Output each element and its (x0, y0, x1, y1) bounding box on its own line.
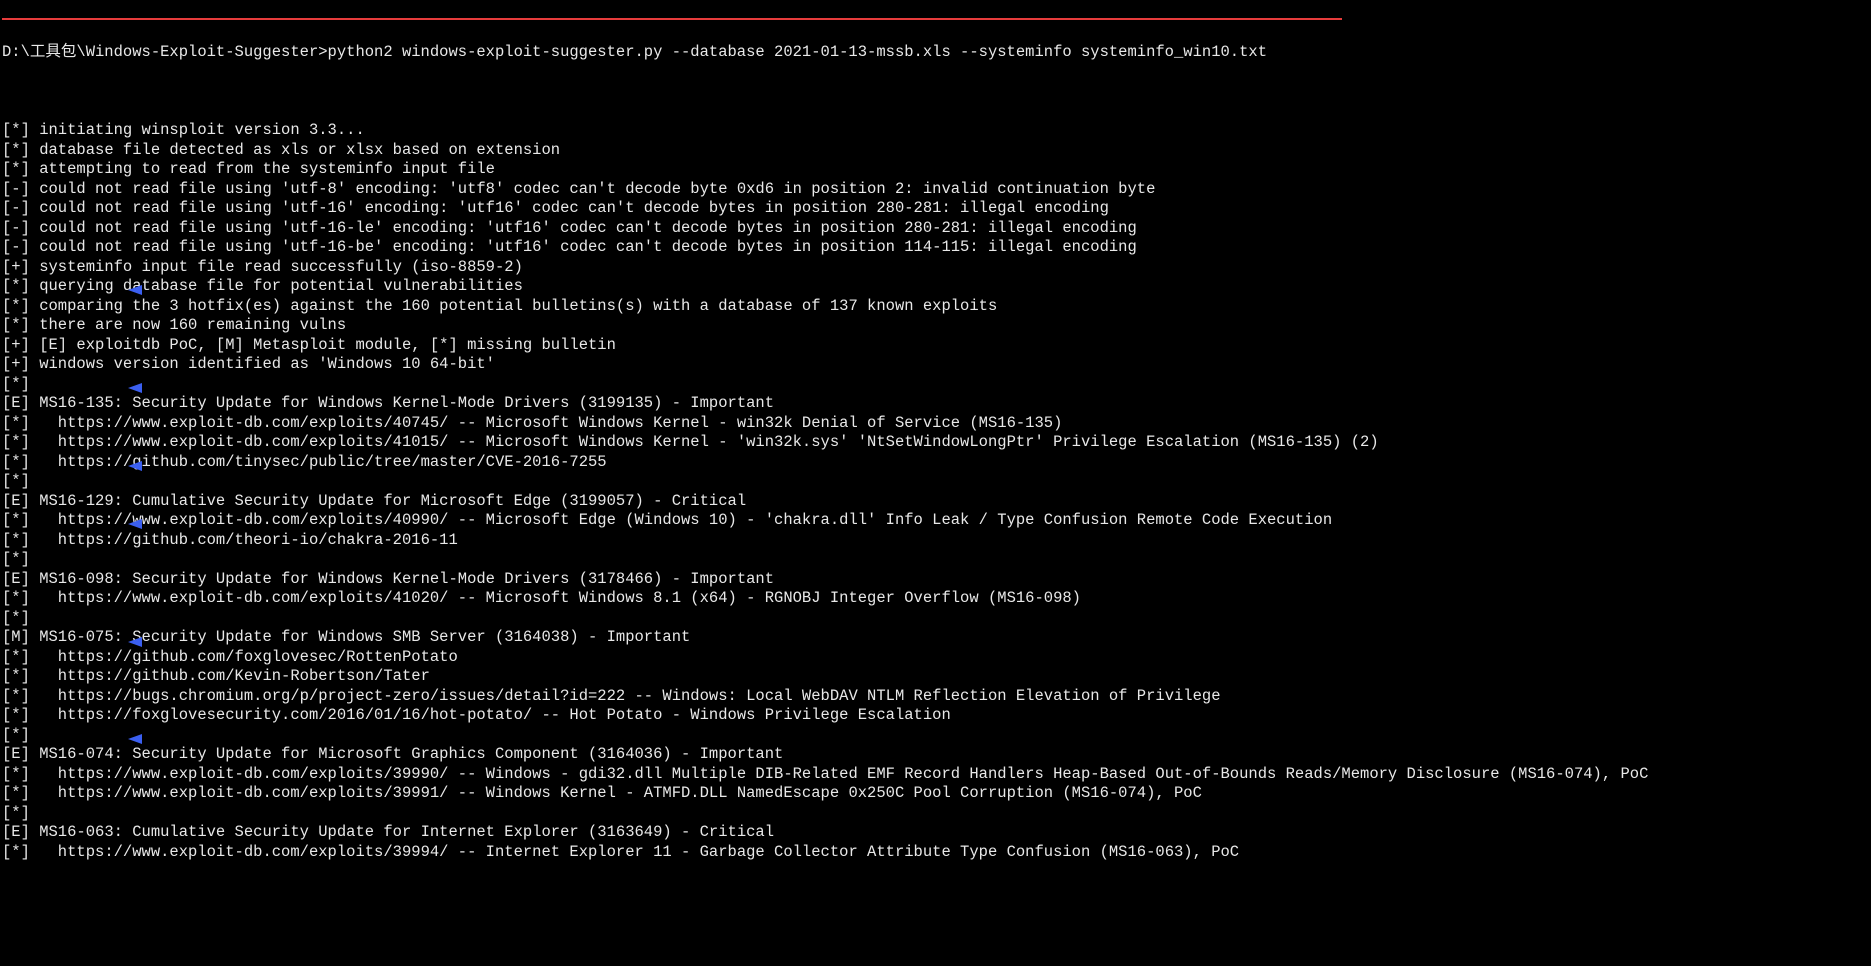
output-line: [*] https://foxglovesecurity.com/2016/01… (2, 706, 1871, 726)
output-line: [E] MS16-135: Security Update for Window… (2, 394, 1871, 414)
output-line: [-] could not read file using 'utf-8' en… (2, 180, 1871, 200)
highlight-underline (2, 18, 1342, 20)
output-line: [+] windows version identified as 'Windo… (2, 355, 1871, 375)
output-line: [*] there are now 160 remaining vulns (2, 316, 1871, 336)
output-line: [*] querying database file for potential… (2, 277, 1871, 297)
output-line: [*] comparing the 3 hotfix(es) against t… (2, 297, 1871, 317)
output-line: [*] https://www.exploit-db.com/exploits/… (2, 765, 1871, 785)
output-lines: [*] initiating winsploit version 3.3...[… (2, 121, 1871, 862)
output-line: [*] (2, 472, 1871, 492)
output-line: [+] systeminfo input file read successfu… (2, 258, 1871, 278)
output-line: [*] attempting to read from the systemin… (2, 160, 1871, 180)
output-line: [*] https://www.exploit-db.com/exploits/… (2, 511, 1871, 531)
output-line: [*] initiating winsploit version 3.3... (2, 121, 1871, 141)
output-line: [-] could not read file using 'utf-16-be… (2, 238, 1871, 258)
output-line: [*] https://www.exploit-db.com/exploits/… (2, 414, 1871, 434)
output-line: [*] https://www.exploit-db.com/exploits/… (2, 843, 1871, 863)
output-line: [*] https://www.exploit-db.com/exploits/… (2, 784, 1871, 804)
output-line: [E] MS16-098: Security Update for Window… (2, 570, 1871, 590)
output-line: [*] (2, 550, 1871, 570)
output-line: [*] https://www.exploit-db.com/exploits/… (2, 589, 1871, 609)
output-line: [*] https://github.com/tinysec/public/tr… (2, 453, 1871, 473)
output-line: [*] https://github.com/Kevin-Robertson/T… (2, 667, 1871, 687)
output-line: [E] MS16-129: Cumulative Security Update… (2, 492, 1871, 512)
output-line: [*] (2, 609, 1871, 629)
output-line: [*] https://bugs.chromium.org/p/project-… (2, 687, 1871, 707)
output-line: [*] (2, 375, 1871, 395)
output-line: [*] (2, 726, 1871, 746)
output-line: [*] (2, 804, 1871, 824)
output-line: [+] [E] exploitdb PoC, [M] Metasploit mo… (2, 336, 1871, 356)
output-line: [E] MS16-074: Security Update for Micros… (2, 745, 1871, 765)
command-prompt-line: D:\工具包\Windows-Exploit-Suggester>python2… (2, 43, 1871, 63)
output-line: [-] could not read file using 'utf-16' e… (2, 199, 1871, 219)
output-line: [-] could not read file using 'utf-16-le… (2, 219, 1871, 239)
output-line: [*] https://github.com/foxglovesec/Rotte… (2, 648, 1871, 668)
output-line: [*] https://www.exploit-db.com/exploits/… (2, 433, 1871, 453)
output-line: [M] MS16-075: Security Update for Window… (2, 628, 1871, 648)
output-line: [*] database file detected as xls or xls… (2, 141, 1871, 161)
output-line: [*] https://github.com/theori-io/chakra-… (2, 531, 1871, 551)
output-line: [E] MS16-063: Cumulative Security Update… (2, 823, 1871, 843)
terminal-output: D:\工具包\Windows-Exploit-Suggester>python2… (0, 0, 1871, 921)
